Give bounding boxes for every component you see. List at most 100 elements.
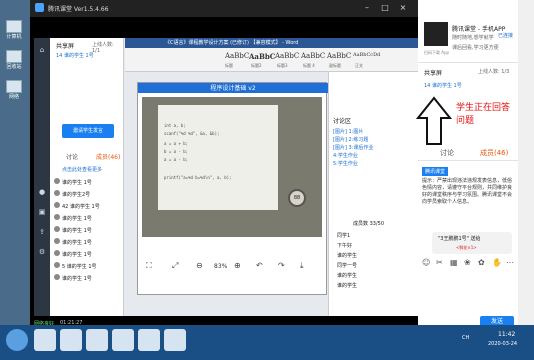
invite-speak-button[interactable]: 邀请学生发言	[62, 124, 114, 138]
avatar	[54, 262, 60, 268]
rotate-left-icon[interactable]: ↶	[256, 261, 263, 270]
dial-object: 88	[288, 189, 306, 207]
taskbar-app-classroom[interactable]	[138, 329, 160, 351]
list-item[interactable]: 5 谁的学生 1号	[54, 262, 122, 274]
video-window: 程序设计基础 v2 int a, b; scanf("%d %d", &a, &…	[137, 82, 328, 295]
left-toolbar: ⌂ ● ▣ ⇪ ⚙	[34, 38, 50, 316]
minimize-icon[interactable]: –	[362, 3, 372, 13]
share-icon[interactable]: ⇪	[37, 228, 47, 238]
window-title: 腾讯课堂 Ver1.5.4.66	[48, 6, 109, 13]
right-student[interactable]: 14 谁的学生 1号	[424, 82, 462, 89]
left-tab-discuss[interactable]: 讨论	[66, 152, 78, 161]
avatar	[54, 226, 60, 232]
left-tab-members[interactable]: 成员(46)	[96, 152, 120, 161]
close-icon[interactable]: ×	[398, 3, 408, 13]
hand-icon[interactable]: ✋	[492, 258, 502, 267]
chat-header: 讨论区	[333, 118, 352, 125]
image-icon[interactable]: ▦	[450, 258, 458, 267]
annotation-arrow-icon	[415, 96, 453, 145]
video-toolbar: ⛶ ⤢ ⊖ 83% ⊕ ↶ ↷ ⤓	[138, 259, 328, 273]
monitor-screen: int a, b; scanf("%d %d", &a, &b); a = a …	[158, 105, 278, 210]
list-item[interactable]: 下午好	[337, 242, 352, 249]
list-item[interactable]: 谁的学生 1号	[54, 250, 122, 262]
taskbar-app-other[interactable]	[164, 329, 186, 351]
left-header: 共享屏	[56, 43, 75, 50]
maximize-icon[interactable]: □	[380, 3, 390, 13]
right-app-panel: 腾讯课堂 - 手机APP 随时随地,想学就学 课后回看,学习更方便 扫码下载 A…	[415, 0, 518, 340]
list-item[interactable]: 谁的学生	[337, 252, 357, 259]
left-member-list: 谁的学生 1号 谁的学生2号 42 谁的学生 1号 谁的学生 1号 谁的学生 1…	[54, 178, 122, 286]
computer-icon	[6, 20, 22, 33]
gift-bubble: "3王鹏鹏1号" 送给 <鲜花×1>	[432, 232, 512, 254]
recycle-bin-icon	[6, 50, 22, 63]
home-icon[interactable]: ⌂	[37, 46, 47, 56]
right-header: 共享屏	[424, 70, 443, 77]
desktop-icon-network[interactable]: 网络	[2, 80, 26, 100]
flower-icon[interactable]: ✿	[478, 258, 485, 267]
avatar	[54, 250, 60, 256]
style-heading1[interactable]: AaBbC	[225, 52, 249, 60]
lang-indicator[interactable]: CH	[462, 335, 469, 341]
list-item[interactable]: 同学1	[337, 232, 350, 239]
camera-feed: int a, b; scanf("%d %d", &a, &b); a = a …	[142, 97, 322, 237]
fit-screen-icon[interactable]: ⛶	[146, 261, 152, 271]
taskbar-app-folder[interactable]	[60, 329, 82, 351]
shared-screen: ⌂ ● ▣ ⇪ ⚙ 共享屏 上线人数: 1/1 14 谁的学生 1号 邀请学生发…	[34, 38, 418, 316]
zoom-out-icon[interactable]: ⊖	[196, 261, 203, 270]
taskbar: CH 11:42 2020-03-24	[0, 325, 534, 360]
list-item[interactable]: 谁的学生 1号	[54, 238, 122, 250]
list-item[interactable]: 谁的学生	[337, 272, 357, 279]
list-item[interactable]: 谁的学生2号	[54, 190, 122, 202]
list-item[interactable]: 谁的学生 1号	[54, 274, 122, 286]
download-icon[interactable]: ⤓	[300, 261, 304, 271]
taskbar-app-media[interactable]	[86, 329, 108, 351]
list-item[interactable]: 同学一号	[337, 262, 357, 269]
scissors-icon[interactable]: ✂	[436, 258, 443, 267]
right-tab-members[interactable]: 成员(46)	[480, 148, 508, 158]
right-tab-discuss[interactable]: 讨论	[440, 148, 454, 158]
desktop-icon-recycle[interactable]: 回收站	[2, 50, 26, 70]
style-normal[interactable]: AaBbCcDd	[353, 52, 380, 58]
avatar	[54, 238, 60, 244]
camera-icon[interactable]: ▣	[37, 208, 47, 218]
list-item[interactable]: 谁的学生 1号	[54, 226, 122, 238]
notice-title: 腾讯课堂	[422, 167, 449, 176]
emoji-toolbar: ☺ ✂ ▦ ❀ ✿ ✋ ⋯	[420, 258, 516, 270]
desktop-icon-computer[interactable]: 计算机	[2, 20, 26, 40]
annotation-text: 学生正在回答问题	[456, 103, 511, 126]
mic-icon[interactable]: ●	[37, 188, 47, 198]
taskbar-app-ie[interactable]	[34, 329, 56, 351]
rotate-right-icon[interactable]: ↷	[278, 261, 285, 270]
list-item[interactable]: 谁的学生	[337, 282, 357, 289]
style-subtitle[interactable]: AaBbC	[327, 52, 351, 60]
settings-icon[interactable]: ⚙	[37, 248, 47, 258]
zoom-in-icon[interactable]: ⊕	[234, 261, 241, 270]
chat-member-count: 成员数 33/50	[353, 221, 384, 227]
avatar	[54, 202, 60, 208]
app-logo-icon	[35, 3, 44, 12]
list-item[interactable]: 42 谁的学生 1号	[54, 202, 122, 214]
taskbar-app-word[interactable]	[112, 329, 134, 351]
list-item[interactable]: 谁的学生 1号	[54, 214, 122, 226]
left-member: 14 谁的学生 1号	[56, 53, 94, 59]
list-item[interactable]: 谁的学生 1号	[54, 178, 122, 190]
avatar	[54, 178, 60, 184]
doc-chat-panel: 讨论区 [图片] 1:图片 [图片] 2:练习题 [图片] 3:课后作业 4:学…	[328, 72, 418, 316]
scrollbar[interactable]	[518, 0, 534, 325]
left-more-link[interactable]: 点击此处查看更多	[62, 166, 102, 173]
zoom-level: 83%	[214, 263, 228, 270]
style-heading4[interactable]: AaBbC	[301, 52, 325, 60]
start-button[interactable]	[6, 329, 28, 351]
gift-icon[interactable]: ❀	[464, 258, 471, 267]
emoji-icon[interactable]: ☺	[422, 258, 430, 267]
fullscreen-icon[interactable]: ⤢	[172, 261, 178, 271]
avatar	[54, 190, 60, 196]
notice-body: 提示：严禁出现违法违规发表信息，低俗色情内容，请遵守平台规则，共同维护良好的课堂…	[422, 178, 513, 205]
more-icon[interactable]: ⋯	[506, 258, 514, 267]
video-titlebar: 程序设计基础 v2	[138, 83, 328, 93]
style-heading2[interactable]: AaBbC	[249, 52, 275, 61]
classroom-window: 腾讯课堂 Ver1.5.4.66 – □ × ⌂ ● ▣ ⇪ ⚙ 共享屏 上线人…	[30, 0, 418, 342]
style-heading3[interactable]: AaBbC	[275, 52, 299, 60]
avatar	[54, 274, 60, 280]
chat-input[interactable]	[422, 276, 478, 312]
